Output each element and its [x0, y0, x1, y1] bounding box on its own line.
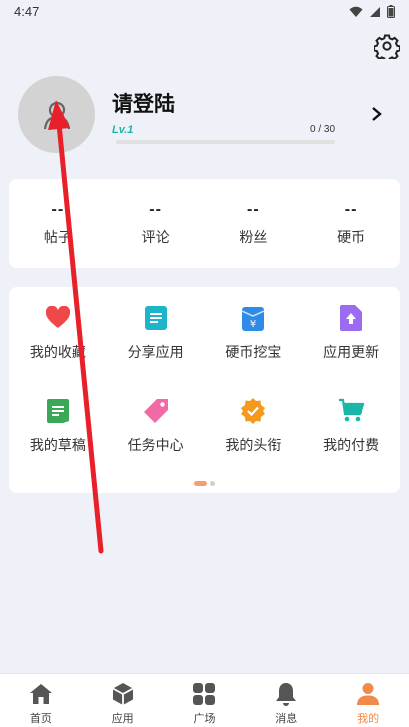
grid-item-label: 任务中心 [127, 438, 184, 454]
stat-label: 硬币 [337, 230, 366, 246]
function-grid-card: 我的收藏 分享应用 ¥ 硬币挖宝 应用更新 我的草稿 任务中心 我的头衔 我的付… [9, 287, 400, 493]
grid-item-label: 分享应用 [127, 345, 184, 361]
bottom-nav: 首页 应用 广场 消息 我的 [0, 673, 409, 727]
share-app-icon [143, 305, 169, 331]
apps-cube-icon [111, 682, 135, 706]
nav-label: 我的 [357, 712, 380, 725]
grid-item-favorites[interactable]: 我的收藏 [9, 287, 107, 380]
nav-tab-apps[interactable]: 应用 [82, 674, 164, 727]
status-bar: 4:47 [0, 0, 409, 24]
wifi-icon [349, 6, 363, 17]
task-tag-icon [143, 398, 169, 424]
draft-icon [45, 398, 71, 424]
grid-item-share-app[interactable]: 分享应用 [107, 287, 205, 380]
level-progress-bar [116, 140, 335, 144]
profile-chevron-button[interactable] [370, 106, 384, 122]
page-indicator-active [194, 481, 207, 486]
grid-item-coin-treasure[interactable]: ¥ 硬币挖宝 [205, 287, 303, 380]
nav-tab-messages[interactable]: 消息 [245, 674, 327, 727]
grid-item-label: 硬币挖宝 [225, 345, 282, 361]
page-indicator-dot [210, 481, 215, 486]
nav-label: 应用 [111, 712, 134, 725]
grid-item-my-payments[interactable]: 我的付费 [302, 380, 400, 473]
stat-label: 帖子 [43, 230, 72, 246]
stat-posts[interactable]: -- 帖子 [9, 179, 107, 268]
nav-label: 消息 [275, 712, 298, 725]
app-update-icon [338, 305, 364, 331]
grid-item-my-title[interactable]: 我的头衔 [205, 380, 303, 473]
settings-button[interactable] [373, 33, 401, 63]
shopping-cart-icon [338, 398, 365, 424]
nav-label: 首页 [29, 712, 52, 725]
level-label: Lv.1 [112, 124, 134, 136]
avatar-person-icon [43, 101, 70, 129]
nav-label: 广场 [193, 712, 216, 725]
stat-label: 粉丝 [239, 230, 268, 246]
person-icon [356, 682, 380, 706]
status-time: 4:47 [14, 4, 40, 19]
grid-item-label: 我的收藏 [29, 345, 86, 361]
stat-label: 评论 [141, 230, 170, 246]
stats-card: -- 帖子 -- 评论 -- 粉丝 -- 硬币 [9, 179, 400, 268]
status-icons [349, 5, 395, 18]
gear-icon [373, 34, 401, 63]
chevron-right-icon [372, 107, 382, 121]
avatar[interactable] [18, 76, 95, 153]
login-prompt[interactable]: 请登陆 [112, 88, 175, 118]
grid-item-label: 我的付费 [323, 438, 380, 454]
coin-treasure-icon: ¥ [240, 305, 266, 331]
stat-value: -- [149, 201, 162, 218]
grid-item-task-center[interactable]: 任务中心 [107, 380, 205, 473]
stat-value: -- [51, 201, 65, 218]
level-progress-text: 0 / 30 [310, 124, 336, 135]
grid-item-label: 应用更新 [323, 345, 380, 361]
stat-value: -- [344, 201, 358, 218]
stat-value: -- [247, 201, 260, 218]
title-badge-icon [240, 398, 266, 424]
grid-item-label: 我的草稿 [29, 438, 86, 454]
signal-icon [370, 6, 380, 17]
stat-coins[interactable]: -- 硬币 [302, 179, 400, 268]
grid-item-drafts[interactable]: 我的草稿 [9, 380, 107, 473]
grid-item-label: 我的头衔 [225, 438, 282, 454]
nav-tab-square[interactable]: 广场 [164, 674, 246, 727]
nav-tab-home[interactable]: 首页 [0, 674, 82, 727]
function-grid: 我的收藏 分享应用 ¥ 硬币挖宝 应用更新 我的草稿 任务中心 我的头衔 我的付… [9, 287, 400, 473]
battery-icon [387, 5, 395, 18]
nav-tab-mine[interactable]: 我的 [327, 674, 409, 727]
stat-comments[interactable]: -- 评论 [107, 179, 205, 268]
home-icon [29, 682, 53, 706]
grid-page-indicator [194, 481, 215, 486]
svg-text:¥: ¥ [250, 319, 256, 330]
bell-icon [274, 682, 298, 706]
grid-item-app-update[interactable]: 应用更新 [302, 287, 400, 380]
stat-followers[interactable]: -- 粉丝 [205, 179, 303, 268]
heart-icon [45, 305, 71, 331]
square-grid-icon [192, 682, 216, 706]
